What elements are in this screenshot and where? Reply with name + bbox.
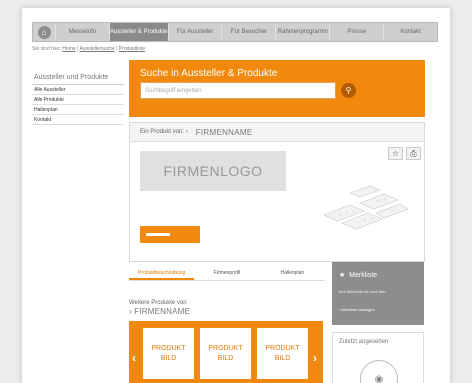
tab-produktbeschreibung[interactable]: Produktbeschreibung xyxy=(129,270,195,280)
more-products: Weitere Produkte von › FIRMENNAME xyxy=(129,300,190,316)
camera-icon: ◉ xyxy=(360,360,398,383)
sidebar-item-alle-produkte[interactable]: Alle Produkte xyxy=(32,95,124,105)
product-card[interactable]: PRODUKT BILD xyxy=(200,328,251,379)
star-icon: ★ xyxy=(339,272,346,279)
merkliste-title: ★ Merkliste xyxy=(339,271,377,279)
product-tabs: Produktbeschreibung Firmenprofil Hallenp… xyxy=(129,270,325,281)
merkliste-title-text: Merkliste xyxy=(349,272,378,279)
nav-item-rahmenprogramm[interactable]: Rahmenprogramm xyxy=(275,23,329,41)
recently-viewed-panel: Zuletzt angesehen ◉ xyxy=(332,332,424,383)
sidebar-item-hallenplan[interactable]: Hallenplan xyxy=(32,105,124,115)
recently-viewed-title: Zuletzt angesehen xyxy=(339,339,389,345)
home-icon: ⌂ xyxy=(37,25,51,39)
sidebar-item-kontakt[interactable]: Kontakt xyxy=(32,115,124,125)
favorite-star-icon[interactable]: ☆ xyxy=(388,147,403,160)
product-panel: Ein Produkt von: › FIRMENNAME FIRMENLOGO… xyxy=(129,122,425,262)
nav-item-messeinfo[interactable]: Messeinfo xyxy=(55,23,109,41)
product-header: Ein Produkt von: › FIRMENNAME xyxy=(130,123,424,142)
merkliste-panel: ★ Merkliste Ihre Merkliste ist noch leer… xyxy=(332,262,424,325)
more-products-label: Weitere Produkte von xyxy=(129,300,187,306)
breadcrumb-ausstellersuche-link[interactable]: Ausstellersuche xyxy=(79,46,114,52)
nav-item-fuer-besucher[interactable]: Für Besucher xyxy=(221,23,275,41)
breadcrumb-prefix: Sie sind hier: xyxy=(32,46,61,52)
company-logo: FIRMENLOGO xyxy=(140,151,286,191)
breadcrumb-produktliste-link[interactable]: Produktliste xyxy=(119,46,145,52)
sidebar-item-alle-aussteller[interactable]: Alle Aussteller xyxy=(32,85,124,95)
more-products-company-link[interactable]: › FIRMENNAME xyxy=(129,307,190,316)
sidebar-heading: Aussteller und Produkte xyxy=(32,74,124,85)
search-button[interactable]: ⚲ xyxy=(341,83,356,98)
main-nav: ⌂ Messeinfo Aussteller & Produkte Für Au… xyxy=(32,22,438,42)
breadcrumb-separator: | xyxy=(116,46,118,52)
sidebar: Aussteller und Produkte Alle Aussteller … xyxy=(32,74,124,125)
home-button[interactable]: ⌂ xyxy=(33,23,55,41)
merkliste-empty-text: Ihre Merkliste ist noch leer. xyxy=(339,289,387,294)
slider-prev-icon[interactable]: ‹ xyxy=(132,351,136,365)
tab-hallenplan[interactable]: Hallenplan xyxy=(260,270,325,280)
search-panel: Suche in Aussteller & Produkte Suchbegri… xyxy=(129,60,425,117)
product-slider: ‹ PRODUKT BILD PRODUKT BILD PRODUKT BILD… xyxy=(129,321,323,383)
tab-firmenprofil[interactable]: Firmenprofil xyxy=(194,270,259,280)
breadcrumb-home-link[interactable]: Home xyxy=(62,46,75,52)
product-action-button[interactable] xyxy=(140,226,200,243)
product-card[interactable]: PRODUKT BILD xyxy=(143,328,194,379)
product-company-link[interactable]: FIRMENNAME xyxy=(196,128,253,137)
slider-next-icon[interactable]: › xyxy=(313,351,317,365)
search-title: Suche in Aussteller & Produkte xyxy=(140,68,278,79)
print-icon[interactable]: ⎙ xyxy=(406,147,421,160)
merkliste-show-link[interactable]: › Merkliste anzeigen xyxy=(339,307,375,312)
search-icon: ⚲ xyxy=(345,86,352,95)
search-input[interactable]: Suchbegriff eingeben xyxy=(140,82,336,99)
nav-item-aussteller-produkte[interactable]: Aussteller & Produkte xyxy=(108,23,168,41)
nav-item-presse[interactable]: Presse xyxy=(329,23,383,41)
nav-item-kontakt[interactable]: Kontakt xyxy=(383,23,437,41)
page: ⌂ Messeinfo Aussteller & Produkte Für Au… xyxy=(22,8,450,383)
breadcrumb: Sie sind hier: Home | Ausstellersuche | … xyxy=(32,46,145,52)
product-from-label: Ein Produkt von: › xyxy=(140,129,188,135)
product-card[interactable]: PRODUKT BILD xyxy=(257,328,308,379)
hall-map-thumbnail[interactable] xyxy=(320,185,410,233)
nav-item-fuer-aussteller[interactable]: Für Aussteller xyxy=(167,23,222,41)
